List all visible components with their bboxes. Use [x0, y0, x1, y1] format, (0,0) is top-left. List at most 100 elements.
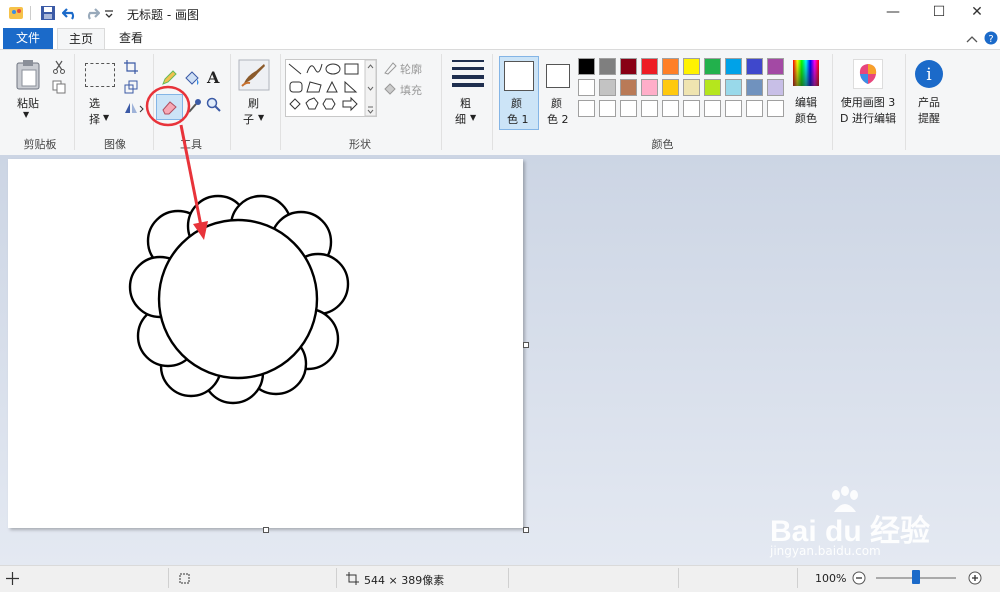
status-separator — [797, 568, 798, 588]
palette-swatch[interactable] — [620, 100, 637, 117]
text-tool-icon[interactable]: A — [207, 68, 219, 87]
paint3d-icon[interactable] — [853, 59, 883, 89]
fill-bucket-icon[interactable] — [183, 69, 201, 87]
customize-quick-access-icon[interactable] — [104, 9, 114, 19]
rotate-icon[interactable] — [123, 101, 145, 115]
size-label-1[interactable]: 粗 — [460, 95, 471, 111]
size-dropdown-icon[interactable]: ▼ — [470, 113, 476, 122]
brush-label-2[interactable]: 子 — [243, 111, 254, 127]
resize-icon[interactable] — [124, 80, 138, 94]
fill-label[interactable]: 填充 — [400, 82, 422, 98]
palette-swatch[interactable] — [599, 100, 616, 117]
close-button[interactable]: ✕ — [954, 0, 1000, 26]
palette-swatch[interactable] — [641, 100, 658, 117]
minimize-button[interactable]: — — [870, 0, 916, 26]
copy-icon[interactable] — [52, 80, 66, 94]
fill-icon[interactable] — [383, 82, 397, 96]
palette-swatch[interactable] — [746, 79, 763, 96]
resize-handle-bottom[interactable] — [263, 527, 269, 533]
brush-dropdown-icon[interactable]: ▼ — [258, 113, 264, 122]
outline-icon[interactable] — [383, 61, 397, 75]
group-separator — [74, 54, 75, 150]
palette-swatch[interactable] — [662, 100, 679, 117]
info-icon[interactable]: i — [914, 59, 944, 89]
palette-swatch[interactable] — [767, 79, 784, 96]
palette-swatch[interactable] — [641, 79, 658, 96]
palette-swatch[interactable] — [683, 58, 700, 75]
zoom-out-icon[interactable] — [852, 571, 866, 585]
cut-icon[interactable] — [52, 60, 66, 74]
palette-swatch[interactable] — [662, 58, 679, 75]
collapse-ribbon-icon[interactable] — [966, 34, 978, 44]
palette-swatch[interactable] — [662, 79, 679, 96]
help-icon[interactable]: ? — [984, 31, 998, 45]
palette-swatch[interactable] — [725, 58, 742, 75]
palette-swatch[interactable] — [599, 79, 616, 96]
palette-swatch[interactable] — [578, 79, 595, 96]
palette-swatch[interactable] — [704, 58, 721, 75]
edit-colors-icon[interactable] — [793, 60, 819, 86]
status-separator — [508, 568, 509, 588]
select-dropdown-icon[interactable]: ▼ — [103, 113, 109, 122]
save-icon[interactable] — [40, 5, 56, 21]
edit-colors-label-1[interactable]: 编辑 — [791, 94, 821, 110]
select-icon[interactable] — [85, 63, 115, 87]
color1-button[interactable]: 颜 色 1 — [499, 56, 539, 130]
palette-swatch[interactable] — [704, 100, 721, 117]
redo-icon[interactable] — [84, 5, 100, 21]
palette-swatch[interactable] — [767, 100, 784, 117]
product-alert-label-2[interactable]: 提醒 — [914, 110, 944, 126]
eraser-button[interactable] — [156, 94, 183, 120]
outline-label[interactable]: 轮廓 — [400, 61, 422, 77]
palette-swatch[interactable] — [641, 58, 658, 75]
crop-icon[interactable] — [124, 60, 138, 74]
select-label-1[interactable]: 选 — [89, 95, 100, 111]
resize-handle-corner[interactable] — [523, 527, 529, 533]
palette-swatch[interactable] — [620, 79, 637, 96]
paste-label[interactable]: 粘贴 — [12, 95, 44, 111]
paste-dropdown-icon[interactable]: ▼ — [23, 110, 29, 119]
brush-icon[interactable] — [238, 59, 270, 91]
paint3d-label-1[interactable]: 使用画图 3 — [838, 94, 898, 110]
palette-swatch[interactable] — [746, 58, 763, 75]
paint-app-icon[interactable] — [8, 4, 26, 22]
paste-icon[interactable] — [14, 59, 44, 91]
line-size-icon[interactable] — [452, 59, 484, 87]
shapes-gallery[interactable] — [285, 59, 377, 117]
size-label-2[interactable]: 细 — [455, 111, 466, 127]
zoom-slider-thumb[interactable] — [912, 570, 920, 584]
product-alert-label-1[interactable]: 产品 — [914, 94, 944, 110]
tab-home[interactable]: 主页 — [57, 28, 105, 51]
palette-swatch[interactable] — [725, 100, 742, 117]
pencil-icon[interactable] — [161, 70, 177, 86]
color1-label-2: 色 1 — [507, 113, 529, 126]
color-picker-icon[interactable] — [187, 98, 201, 114]
svg-text:?: ? — [988, 34, 993, 45]
canvas-dimensions: 544 × 389像素 — [364, 574, 445, 587]
palette-swatch[interactable] — [767, 58, 784, 75]
palette-swatch[interactable] — [683, 79, 700, 96]
magnifier-icon[interactable] — [206, 97, 222, 113]
palette-swatch[interactable] — [620, 58, 637, 75]
select-label-2[interactable]: 择 — [89, 111, 100, 127]
tab-view[interactable]: 查看 — [108, 28, 154, 49]
palette-swatch[interactable] — [599, 58, 616, 75]
brush-label-1[interactable]: 刷 — [248, 95, 259, 111]
palette-swatch[interactable] — [704, 79, 721, 96]
color2-swatch[interactable] — [546, 64, 570, 88]
palette-swatch[interactable] — [578, 100, 595, 117]
palette-swatch[interactable] — [683, 100, 700, 117]
palette-swatch[interactable] — [725, 79, 742, 96]
palette-swatch[interactable] — [578, 58, 595, 75]
tab-file[interactable]: 文件 — [3, 28, 53, 49]
zoom-in-icon[interactable] — [968, 571, 982, 585]
color2-label-1[interactable]: 颜 — [551, 95, 562, 111]
svg-text:i: i — [926, 65, 932, 85]
undo-icon[interactable] — [62, 5, 78, 21]
resize-handle-right[interactable] — [523, 342, 529, 348]
drawing-canvas[interactable] — [8, 159, 523, 528]
paint3d-label-2[interactable]: D 进行编辑 — [838, 110, 898, 126]
color2-label-2[interactable]: 色 2 — [547, 111, 569, 127]
edit-colors-label-2[interactable]: 颜色 — [791, 110, 821, 126]
palette-swatch[interactable] — [746, 100, 763, 117]
